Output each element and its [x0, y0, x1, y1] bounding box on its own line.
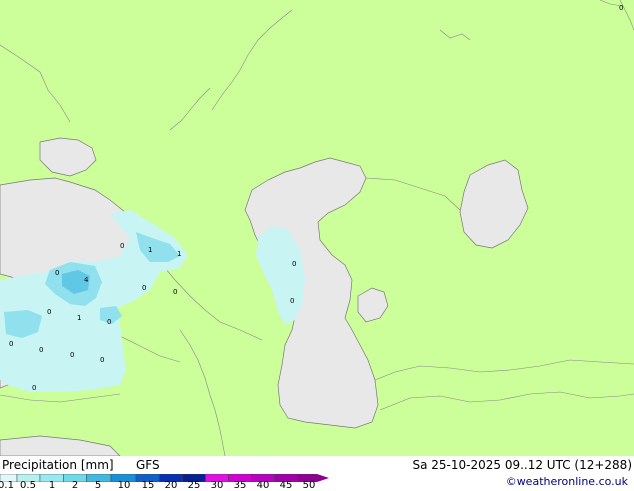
color-scale-tick: 15	[141, 480, 155, 491]
precipitation-map: 0 1 1 0 4 0 0 1 0 0 0 0 0 0 0 0 0 0	[0, 0, 634, 456]
precip-value: 0	[9, 340, 13, 348]
color-scale-tick: 10	[117, 480, 131, 491]
map-title: Precipitation [mm]	[2, 458, 114, 472]
color-scale-tick: 1	[48, 480, 56, 491]
precip-value: 0	[47, 308, 51, 316]
map-footer: Precipitation [mm] GFS Sa 25-10-2025 09.…	[0, 456, 634, 491]
color-scale-tick: 0.1	[0, 480, 14, 491]
precip-value: 0	[100, 356, 104, 364]
precip-value: 0	[55, 269, 59, 277]
color-scale-tick: 5	[94, 480, 102, 491]
color-scale-tick: 35	[233, 480, 247, 491]
precip-value: 1	[148, 246, 152, 254]
color-scale-tick: 2	[71, 480, 79, 491]
precip-value: 0	[173, 288, 177, 296]
color-scale-tick: 25	[187, 480, 201, 491]
color-scale-tick: 30	[210, 480, 224, 491]
valid-datetime: Sa 25-10-2025 09..12 UTC (12+288)	[412, 458, 632, 472]
color-scale-tick: 45	[279, 480, 293, 491]
precip-value: 0	[120, 242, 124, 250]
precip-value: 0	[32, 384, 36, 392]
precip-value: 0	[107, 318, 111, 326]
model-name: GFS	[136, 458, 160, 472]
precip-value: 0	[292, 260, 296, 268]
credit-link[interactable]: ©weatheronline.co.uk	[506, 475, 628, 488]
color-scale-tick: 40	[256, 480, 270, 491]
color-scale-tick: 0.5	[20, 480, 36, 491]
precip-value: 0	[39, 346, 43, 354]
precip-value: 0	[142, 284, 146, 292]
precip-value: 1	[77, 314, 81, 322]
precip-value: 0	[70, 351, 74, 359]
color-scale-tick: 50	[302, 480, 316, 491]
precip-value: 4	[84, 276, 89, 284]
color-scale-arrow	[317, 474, 329, 482]
color-scale-tick: 20	[164, 480, 178, 491]
precip-value: 1	[177, 250, 181, 258]
precip-value: 0	[619, 4, 623, 12]
precip-value: 0	[290, 297, 294, 305]
